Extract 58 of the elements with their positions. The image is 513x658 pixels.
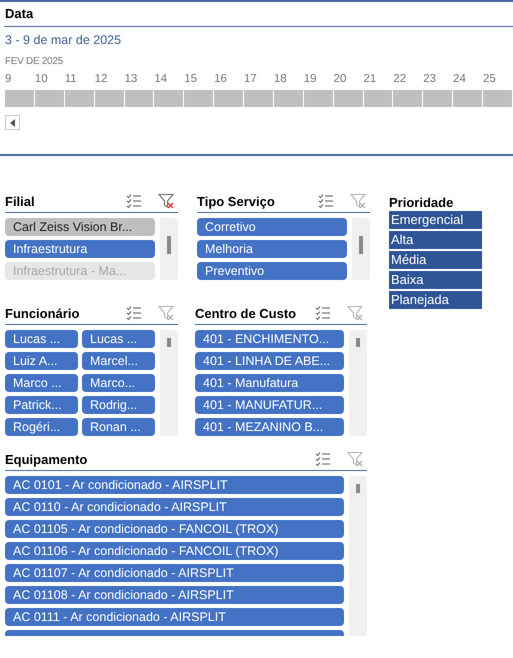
day-label: 12	[94, 73, 108, 87]
slicer-item[interactable]: Rodrig...	[82, 396, 155, 414]
slicer-item[interactable]: Lucas ...	[5, 330, 78, 348]
priority-item[interactable]: Baixa	[389, 271, 482, 289]
day-label: 25	[483, 73, 497, 87]
day-label: 23	[423, 73, 438, 87]
slicer-item[interactable]: Preventivo	[197, 262, 347, 280]
slicer-item[interactable]: AC 0101 - Ar condicionado - AIRSPLIT	[5, 476, 344, 494]
slicer-title: Centro de Custo	[195, 306, 298, 320]
timeline-title: Data	[4, 2, 513, 27]
day-label: 20	[334, 73, 348, 87]
slicer-item[interactable]: Marcel...	[82, 352, 155, 370]
priority-item[interactable]: Planejada	[389, 291, 482, 309]
slicer-item[interactable]: Infraestrutura	[5, 240, 155, 258]
slicer-item[interactable]: AC 0110 - Ar condicionado - AIRSPLIT	[5, 498, 344, 516]
priority-item[interactable]: Emergencial	[389, 211, 482, 229]
day-label: 18	[274, 73, 288, 87]
slicer-item[interactable]: 401 - Manufatura	[195, 374, 344, 392]
day-label: 9	[5, 73, 12, 87]
slicer-item[interactable]: AC 01106 - Ar condicionado - FANCOIL (TROX)	[5, 542, 344, 560]
slicer-item[interactable]: 401 - MEZANINO B...	[195, 418, 344, 436]
day-label: 22	[393, 73, 408, 87]
day-label: 17	[244, 73, 258, 87]
slicer-item[interactable]: Luiz A...	[5, 352, 78, 370]
slicer-item[interactable]: 401 - ENCHIMENTO...	[195, 330, 344, 348]
day-label: 21	[364, 73, 378, 87]
slicer-item[interactable]: Melhoria	[197, 240, 347, 258]
slicer-item[interactable]: 401 - MANUFATUR...	[195, 396, 344, 414]
day-label: 10	[34, 73, 49, 87]
slicer-item[interactable]: AC 0111 - Ar condicionado - AIRSPLIT	[5, 608, 344, 626]
slicer-item[interactable]: AC 01107 - Ar condicionado - AIRSPLIT	[5, 564, 344, 582]
slicer-title: Tipo Serviço	[197, 194, 276, 208]
slicer-title: Filial	[5, 194, 36, 208]
day-label: 14	[154, 73, 168, 87]
priority-item[interactable]: Média	[389, 251, 482, 269]
date-range: 3 - 9 de mar de 2025	[5, 33, 122, 49]
priority-item[interactable]: Alta	[389, 231, 482, 249]
slicer-item[interactable]: Marco...	[82, 374, 155, 392]
slicer-title: Funcionário	[5, 306, 80, 320]
slicer-item[interactable]: AC 01105 - Ar condicionado - FANCOIL (TROX)	[5, 520, 344, 538]
slicer-item[interactable]: Ronan ...	[82, 418, 155, 436]
slicer-item[interactable]: Corretivo	[197, 218, 347, 236]
month-label: FEV DE 2025	[5, 56, 64, 69]
slicer-item[interactable]: Lucas ...	[82, 330, 155, 348]
slicer-item[interactable]: Marco ...	[5, 374, 78, 392]
slicer-item[interactable]: 401 - LINHA DE ABE...	[195, 352, 344, 370]
slicer-title: Equipamento	[5, 452, 88, 466]
slicer-title: Prioridade	[389, 195, 454, 211]
slicer-item[interactable]: Rogéri...	[5, 418, 78, 436]
slicer-item[interactable]: Carl Zeiss Vision Br...	[5, 218, 155, 236]
day-label: 19	[304, 73, 318, 87]
slicer-item[interactable]: AC 01108 - Ar condicionado - AIRSPLIT	[5, 586, 344, 604]
day-label: 13	[124, 73, 138, 87]
slicer-item[interactable]: Patrick...	[5, 396, 78, 414]
day-label: 11	[64, 73, 78, 87]
day-label: 16	[214, 73, 228, 87]
day-label: 15	[184, 73, 198, 87]
day-label: 24	[453, 73, 467, 87]
